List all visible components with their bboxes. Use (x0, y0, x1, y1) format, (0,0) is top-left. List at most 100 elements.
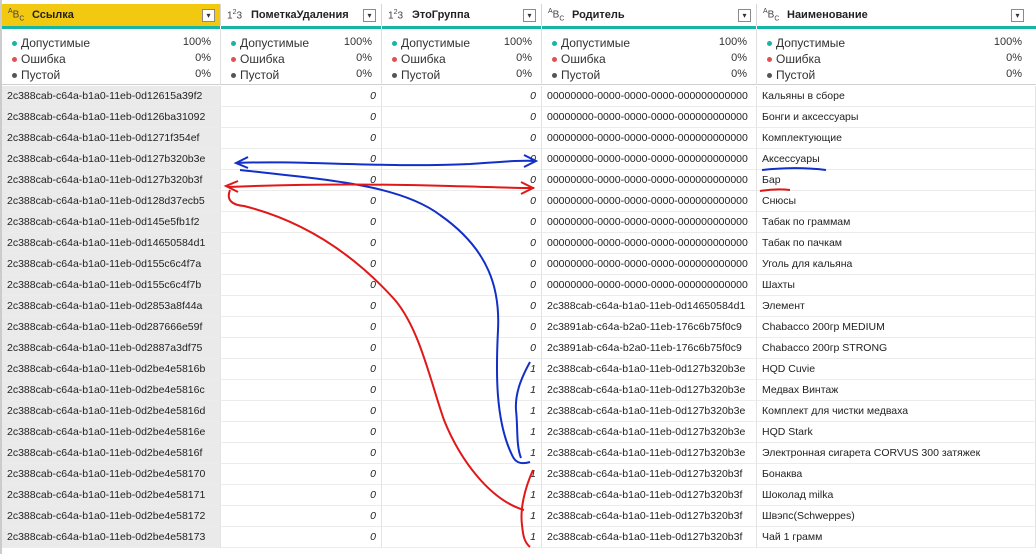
column-header-eto-gruppa[interactable]: 123 ЭтоГруппа ▾ (382, 4, 542, 26)
eto-gruppa-cell[interactable]: 0 (382, 254, 542, 275)
eto-gruppa-cell[interactable]: 1 (382, 359, 542, 380)
roditel-cell[interactable]: 00000000-0000-0000-0000-000000000000 (542, 233, 757, 254)
naimenovanie-cell[interactable]: Табак по пачкам (757, 233, 1036, 254)
pometka-cell[interactable]: 0 (221, 191, 382, 212)
number-type-icon[interactable]: 123 (388, 9, 410, 21)
pometka-cell[interactable]: 0 (221, 254, 382, 275)
roditel-cell[interactable]: 00000000-0000-0000-0000-000000000000 (542, 212, 757, 233)
number-type-icon[interactable]: 123 (227, 9, 249, 21)
roditel-cell[interactable]: 2c388cab-c64a-b1a0-11eb-0d127b320b3e (542, 380, 757, 401)
pometka-cell[interactable]: 0 (221, 401, 382, 422)
ssylka-cell[interactable]: 2c388cab-c64a-b1a0-11eb-0d128d37ecb5 (2, 191, 221, 212)
naimenovanie-cell[interactable]: Шахты (757, 275, 1036, 296)
ssylka-cell[interactable]: 2c388cab-c64a-b1a0-11eb-0d2be4e5816d (2, 401, 221, 422)
eto-gruppa-cell[interactable]: 0 (382, 86, 542, 107)
pometka-cell[interactable]: 0 (221, 380, 382, 401)
filter-dropdown-icon[interactable]: ▾ (738, 8, 751, 22)
filter-dropdown-icon[interactable]: ▾ (363, 8, 376, 22)
naimenovanie-cell[interactable]: Швэпс(Schweppes) (757, 506, 1036, 527)
table-row[interactable]: 2c388cab-c64a-b1a0-11eb-0d2be4e5816c 0 1 2c… (0, 380, 1036, 401)
pometka-cell[interactable]: 0 (221, 443, 382, 464)
roditel-cell[interactable]: 00000000-0000-0000-0000-000000000000 (542, 170, 757, 191)
table-row[interactable]: 2c388cab-c64a-b1a0-11eb-0d126ba31092 0 0 00… (0, 107, 1036, 128)
ssylka-cell[interactable]: 2c388cab-c64a-b1a0-11eb-0d2be4e58172 (2, 506, 221, 527)
table-row[interactable]: 2c388cab-c64a-b1a0-11eb-0d145e5fb1f2 0 0 00… (0, 212, 1036, 233)
naimenovanie-cell[interactable]: Табак по граммам (757, 212, 1036, 233)
eto-gruppa-cell[interactable]: 0 (382, 338, 542, 359)
ssylka-cell[interactable]: 2c388cab-c64a-b1a0-11eb-0d127b320b3e (2, 149, 221, 170)
ssylka-cell[interactable]: 2c388cab-c64a-b1a0-11eb-0d2887a3df75 (2, 338, 221, 359)
eto-gruppa-cell[interactable]: 1 (382, 401, 542, 422)
ssylka-cell[interactable]: 2c388cab-c64a-b1a0-11eb-0d287666e59f (2, 317, 221, 338)
ssylka-cell[interactable]: 2c388cab-c64a-b1a0-11eb-0d2be4e5816c (2, 380, 221, 401)
roditel-cell[interactable]: 00000000-0000-0000-0000-000000000000 (542, 191, 757, 212)
naimenovanie-cell[interactable]: Бонги и аксессуары (757, 107, 1036, 128)
roditel-cell[interactable]: 2c388cab-c64a-b1a0-11eb-0d127b320b3e (542, 443, 757, 464)
pometka-cell[interactable]: 0 (221, 464, 382, 485)
table-row[interactable]: 2c388cab-c64a-b1a0-11eb-0d2be4e58173 0 1 2c… (0, 527, 1036, 548)
naimenovanie-cell[interactable]: Медвах Винтаж (757, 380, 1036, 401)
ssylka-cell[interactable]: 2c388cab-c64a-b1a0-11eb-0d2be4e5816f (2, 443, 221, 464)
naimenovanie-cell[interactable]: Аксессуары (757, 149, 1036, 170)
naimenovanie-cell[interactable]: HQD Cuvie (757, 359, 1036, 380)
table-row[interactable]: 2c388cab-c64a-b1a0-11eb-0d2887a3df75 0 0 2c… (0, 338, 1036, 359)
pometka-cell[interactable]: 0 (221, 506, 382, 527)
pometka-cell[interactable]: 0 (221, 149, 382, 170)
naimenovanie-cell[interactable]: Снюсы (757, 191, 1036, 212)
naimenovanie-cell[interactable]: Уголь для кальяна (757, 254, 1036, 275)
eto-gruppa-cell[interactable]: 1 (382, 443, 542, 464)
roditel-cell[interactable]: 00000000-0000-0000-0000-000000000000 (542, 149, 757, 170)
naimenovanie-cell[interactable]: Комплектующие (757, 128, 1036, 149)
eto-gruppa-cell[interactable]: 1 (382, 485, 542, 506)
naimenovanie-cell[interactable]: Чай 1 грамм (757, 527, 1036, 548)
pometka-cell[interactable]: 0 (221, 86, 382, 107)
naimenovanie-cell[interactable]: Элемент (757, 296, 1036, 317)
ssylka-cell[interactable]: 2c388cab-c64a-b1a0-11eb-0d12615a39f2 (2, 86, 221, 107)
roditel-cell[interactable]: 2c388cab-c64a-b1a0-11eb-0d127b320b3e (542, 401, 757, 422)
roditel-cell[interactable]: 2c388cab-c64a-b1a0-11eb-0d127b320b3e (542, 359, 757, 380)
text-type-icon[interactable]: ABC (8, 8, 30, 22)
table-row[interactable]: 2c388cab-c64a-b1a0-11eb-0d287666e59f 0 0 2c… (0, 317, 1036, 338)
eto-gruppa-cell[interactable]: 0 (382, 212, 542, 233)
ssylka-cell[interactable]: 2c388cab-c64a-b1a0-11eb-0d145e5fb1f2 (2, 212, 221, 233)
table-row[interactable]: 2c388cab-c64a-b1a0-11eb-0d128d37ecb5 0 0 00… (0, 191, 1036, 212)
naimenovanie-cell[interactable]: Комплект для чистки медваха (757, 401, 1036, 422)
eto-gruppa-cell[interactable]: 1 (382, 527, 542, 548)
eto-gruppa-cell[interactable]: 1 (382, 464, 542, 485)
filter-dropdown-icon[interactable]: ▾ (1011, 8, 1024, 22)
eto-gruppa-cell[interactable]: 1 (382, 380, 542, 401)
roditel-cell[interactable]: 2c388cab-c64a-b1a0-11eb-0d127b320b3f (542, 527, 757, 548)
text-type-icon[interactable]: ABC (548, 8, 570, 22)
naimenovanie-cell[interactable]: Электронная сигарета CORVUS 300 затяжек (757, 443, 1036, 464)
ssylka-cell[interactable]: 2c388cab-c64a-b1a0-11eb-0d14650584d1 (2, 233, 221, 254)
eto-gruppa-cell[interactable]: 0 (382, 296, 542, 317)
naimenovanie-cell[interactable]: Кальяны в сборе (757, 86, 1036, 107)
eto-gruppa-cell[interactable]: 0 (382, 275, 542, 296)
roditel-cell[interactable]: 2c388cab-c64a-b1a0-11eb-0d127b320b3f (542, 506, 757, 527)
naimenovanie-cell[interactable]: Шоколад milka (757, 485, 1036, 506)
roditel-cell[interactable]: 2c3891ab-c64a-b2a0-11eb-176c6b75f0c9 (542, 317, 757, 338)
table-row[interactable]: 2c388cab-c64a-b1a0-11eb-0d2be4e5816f 0 1 2c… (0, 443, 1036, 464)
ssylka-cell[interactable]: 2c388cab-c64a-b1a0-11eb-0d127b320b3f (2, 170, 221, 191)
table-row[interactable]: 2c388cab-c64a-b1a0-11eb-0d2be4e58170 0 1 2c… (0, 464, 1036, 485)
roditel-cell[interactable]: 2c388cab-c64a-b1a0-11eb-0d127b320b3e (542, 422, 757, 443)
pometka-cell[interactable]: 0 (221, 338, 382, 359)
filter-dropdown-icon[interactable]: ▾ (202, 8, 215, 22)
column-header-pometka-udaleniya[interactable]: 123 ПометкаУдаления ▾ (221, 4, 382, 26)
ssylka-cell[interactable]: 2c388cab-c64a-b1a0-11eb-0d126ba31092 (2, 107, 221, 128)
ssylka-cell[interactable]: 2c388cab-c64a-b1a0-11eb-0d2853a8f44a (2, 296, 221, 317)
table-row[interactable]: 2c388cab-c64a-b1a0-11eb-0d127b320b3e 0 0 00… (0, 149, 1036, 170)
table-row[interactable]: 2c388cab-c64a-b1a0-11eb-0d155c6c4f7b 0 0 00… (0, 275, 1036, 296)
pometka-cell[interactable]: 0 (221, 107, 382, 128)
ssylka-cell[interactable]: 2c388cab-c64a-b1a0-11eb-0d155c6c4f7a (2, 254, 221, 275)
roditel-cell[interactable]: 00000000-0000-0000-0000-000000000000 (542, 128, 757, 149)
column-header-ssylka[interactable]: ABC Ссылка ▾ (2, 4, 221, 26)
eto-gruppa-cell[interactable]: 0 (382, 107, 542, 128)
pometka-cell[interactable]: 0 (221, 485, 382, 506)
eto-gruppa-cell[interactable]: 0 (382, 170, 542, 191)
eto-gruppa-cell[interactable]: 0 (382, 317, 542, 338)
ssylka-cell[interactable]: 2c388cab-c64a-b1a0-11eb-0d2be4e58173 (2, 527, 221, 548)
ssylka-cell[interactable]: 2c388cab-c64a-b1a0-11eb-0d2be4e58171 (2, 485, 221, 506)
naimenovanie-cell[interactable]: HQD Stark (757, 422, 1036, 443)
table-row[interactable]: 2c388cab-c64a-b1a0-11eb-0d12615a39f2 0 0 00… (0, 86, 1036, 107)
